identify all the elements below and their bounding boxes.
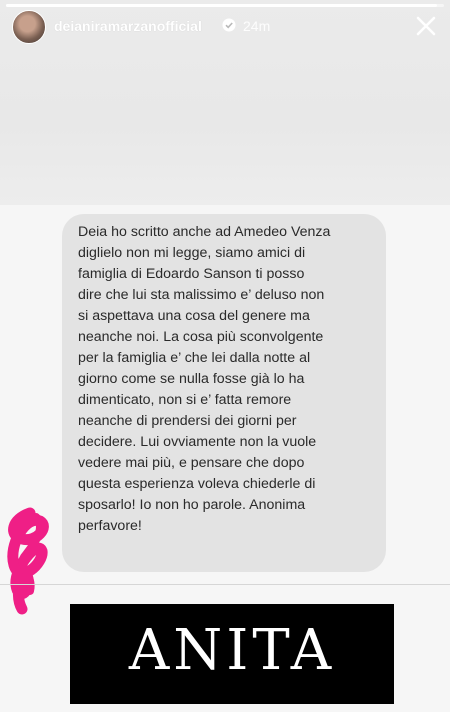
message-text: Deia ho scritto anche ad Amedeo Venza di…: [78, 224, 331, 534]
close-icon[interactable]: [412, 12, 440, 40]
story-header: deianiramarzanofficial 24m: [12, 10, 440, 44]
redaction-scribble: [7, 507, 49, 615]
avatar[interactable]: [12, 10, 46, 44]
anita-logo: ANITA: [70, 604, 394, 704]
divider: [0, 584, 450, 585]
story-timestamp: 24m: [243, 18, 271, 34]
anita-logo-text: ANITA: [128, 618, 336, 683]
story-progress-bar: [6, 4, 444, 7]
username[interactable]: deianiramarzanofficial: [54, 18, 202, 34]
story-progress-fill: [6, 4, 438, 7]
verified-badge-icon: [222, 18, 236, 32]
